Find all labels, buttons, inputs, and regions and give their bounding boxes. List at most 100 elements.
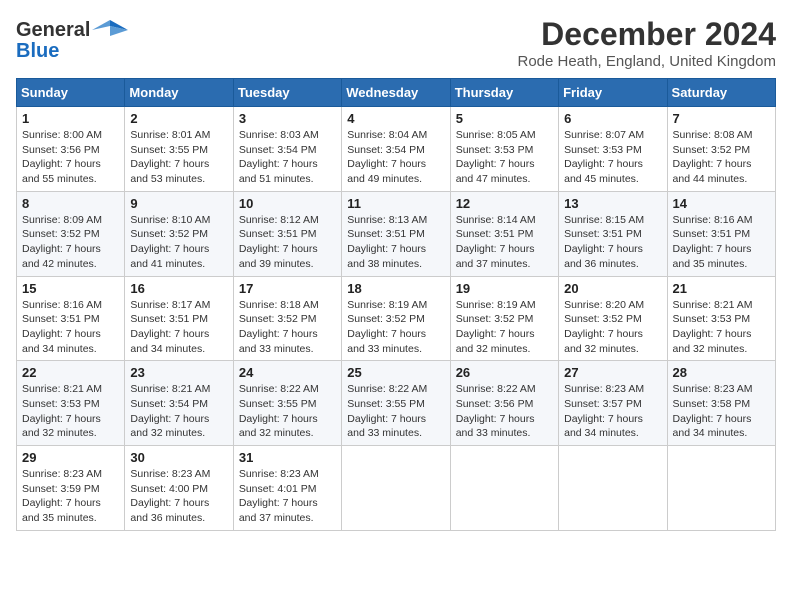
day-number: 12 (456, 196, 553, 211)
day-detail: Sunrise: 8:23 AM Sunset: 4:01 PM Dayligh… (239, 467, 336, 526)
title-block: December 2024 Rode Heath, England, Unite… (517, 16, 776, 70)
day-detail: Sunrise: 8:04 AM Sunset: 3:54 PM Dayligh… (347, 128, 444, 187)
calendar-cell (559, 446, 667, 531)
day-number: 14 (673, 196, 770, 211)
day-detail: Sunrise: 8:23 AM Sunset: 3:57 PM Dayligh… (564, 382, 661, 441)
calendar-week-row: 29 Sunrise: 8:23 AM Sunset: 3:59 PM Dayli… (17, 446, 776, 531)
day-number: 16 (130, 281, 227, 296)
day-detail: Sunrise: 8:17 AM Sunset: 3:51 PM Dayligh… (130, 298, 227, 357)
calendar-header-thursday: Thursday (450, 79, 558, 107)
calendar-cell: 21Sunrise: 8:21 AM Sunset: 3:53 PM Dayli… (667, 276, 775, 361)
calendar-cell: 10Sunrise: 8:12 AM Sunset: 3:51 PM Dayli… (233, 191, 341, 276)
calendar-cell: 7Sunrise: 8:08 AM Sunset: 3:52 PM Daylig… (667, 107, 775, 192)
calendar-cell: 17Sunrise: 8:18 AM Sunset: 3:52 PM Dayli… (233, 276, 341, 361)
day-detail: Sunrise: 8:23 AM Sunset: 3:58 PM Dayligh… (673, 382, 770, 441)
day-number: 1 (22, 111, 119, 126)
day-number: 3 (239, 111, 336, 126)
calendar-week-row: 8 Sunrise: 8:09 AM Sunset: 3:52 PM Daylig… (17, 191, 776, 276)
calendar-cell: 9 Sunrise: 8:10 AM Sunset: 3:52 PM Daylig… (125, 191, 233, 276)
day-detail: Sunrise: 8:19 AM Sunset: 3:52 PM Dayligh… (347, 298, 444, 357)
calendar-header-row: SundayMondayTuesdayWednesdayThursdayFrid… (17, 79, 776, 107)
calendar-week-row: 15Sunrise: 8:16 AM Sunset: 3:51 PM Dayli… (17, 276, 776, 361)
calendar-header-tuesday: Tuesday (233, 79, 341, 107)
calendar-cell: 18 Sunrise: 8:19 AM Sunset: 3:52 PM Dayli… (342, 276, 450, 361)
day-detail: Sunrise: 8:12 AM Sunset: 3:51 PM Dayligh… (239, 213, 336, 272)
day-detail: Sunrise: 8:09 AM Sunset: 3:52 PM Dayligh… (22, 213, 119, 272)
day-detail: Sunrise: 8:22 AM Sunset: 3:55 PM Dayligh… (239, 382, 336, 441)
day-number: 13 (564, 196, 661, 211)
day-detail: Sunrise: 8:01 AM Sunset: 3:55 PM Dayligh… (130, 128, 227, 187)
calendar-cell: 3Sunrise: 8:03 AM Sunset: 3:54 PM Daylig… (233, 107, 341, 192)
page-subtitle: Rode Heath, England, United Kingdom (517, 53, 776, 70)
day-number: 20 (564, 281, 661, 296)
day-detail: Sunrise: 8:21 AM Sunset: 3:53 PM Dayligh… (22, 382, 119, 441)
calendar-cell: 22 Sunrise: 8:21 AM Sunset: 3:53 PM Dayli… (17, 361, 125, 446)
day-number: 29 (22, 450, 119, 465)
logo-text: General (16, 20, 90, 40)
day-number: 6 (564, 111, 661, 126)
day-detail: Sunrise: 8:10 AM Sunset: 3:52 PM Dayligh… (130, 213, 227, 272)
calendar-cell: 24 Sunrise: 8:22 AM Sunset: 3:55 PM Dayli… (233, 361, 341, 446)
calendar-cell: 2 Sunrise: 8:01 AM Sunset: 3:55 PM Daylig… (125, 107, 233, 192)
day-number: 25 (347, 365, 444, 380)
calendar-header-monday: Monday (125, 79, 233, 107)
calendar-cell: 31 Sunrise: 8:23 AM Sunset: 4:01 PM Dayli… (233, 446, 341, 531)
day-number: 4 (347, 111, 444, 126)
calendar-header-saturday: Saturday (667, 79, 775, 107)
day-number: 18 (347, 281, 444, 296)
day-detail: Sunrise: 8:19 AM Sunset: 3:52 PM Dayligh… (456, 298, 553, 357)
day-number: 23 (130, 365, 227, 380)
day-number: 5 (456, 111, 553, 126)
day-number: 9 (130, 196, 227, 211)
calendar-cell: 12Sunrise: 8:14 AM Sunset: 3:51 PM Dayli… (450, 191, 558, 276)
calendar-cell: 30 Sunrise: 8:23 AM Sunset: 4:00 PM Dayli… (125, 446, 233, 531)
day-detail: Sunrise: 8:07 AM Sunset: 3:53 PM Dayligh… (564, 128, 661, 187)
day-detail: Sunrise: 8:23 AM Sunset: 4:00 PM Dayligh… (130, 467, 227, 526)
calendar-cell: 19 Sunrise: 8:19 AM Sunset: 3:52 PM Dayli… (450, 276, 558, 361)
day-detail: Sunrise: 8:16 AM Sunset: 3:51 PM Dayligh… (673, 213, 770, 272)
calendar-cell: 28 Sunrise: 8:23 AM Sunset: 3:58 PM Dayli… (667, 361, 775, 446)
day-number: 11 (347, 196, 444, 211)
day-number: 19 (456, 281, 553, 296)
calendar-cell: 6 Sunrise: 8:07 AM Sunset: 3:53 PM Daylig… (559, 107, 667, 192)
day-detail: Sunrise: 8:22 AM Sunset: 3:55 PM Dayligh… (347, 382, 444, 441)
day-number: 27 (564, 365, 661, 380)
calendar-cell: 11 Sunrise: 8:13 AM Sunset: 3:51 PM Dayli… (342, 191, 450, 276)
page-header: General Blue December 2024 Rode Heath, E… (16, 16, 776, 70)
calendar-cell (667, 446, 775, 531)
logo-blue-text: Blue (16, 40, 59, 63)
calendar-cell: 8 Sunrise: 8:09 AM Sunset: 3:52 PM Daylig… (17, 191, 125, 276)
calendar-cell: 1 Sunrise: 8:00 AM Sunset: 3:56 PM Daylig… (17, 107, 125, 192)
calendar-header-sunday: Sunday (17, 79, 125, 107)
day-number: 15 (22, 281, 119, 296)
day-number: 22 (22, 365, 119, 380)
day-number: 2 (130, 111, 227, 126)
calendar-cell: 4 Sunrise: 8:04 AM Sunset: 3:54 PM Daylig… (342, 107, 450, 192)
day-detail: Sunrise: 8:00 AM Sunset: 3:56 PM Dayligh… (22, 128, 119, 187)
calendar-cell: 25 Sunrise: 8:22 AM Sunset: 3:55 PM Dayli… (342, 361, 450, 446)
calendar-header-wednesday: Wednesday (342, 79, 450, 107)
day-detail: Sunrise: 8:22 AM Sunset: 3:56 PM Dayligh… (456, 382, 553, 441)
calendar-cell: 14 Sunrise: 8:16 AM Sunset: 3:51 PM Dayli… (667, 191, 775, 276)
calendar-cell: 29 Sunrise: 8:23 AM Sunset: 3:59 PM Dayli… (17, 446, 125, 531)
calendar-cell (342, 446, 450, 531)
day-number: 28 (673, 365, 770, 380)
calendar-cell: 27 Sunrise: 8:23 AM Sunset: 3:57 PM Dayli… (559, 361, 667, 446)
day-number: 30 (130, 450, 227, 465)
day-detail: Sunrise: 8:20 AM Sunset: 3:52 PM Dayligh… (564, 298, 661, 357)
calendar-table: SundayMondayTuesdayWednesdayThursdayFrid… (16, 78, 776, 531)
day-number: 7 (673, 111, 770, 126)
day-number: 8 (22, 196, 119, 211)
calendar-week-row: 22 Sunrise: 8:21 AM Sunset: 3:53 PM Dayli… (17, 361, 776, 446)
day-detail: Sunrise: 8:23 AM Sunset: 3:59 PM Dayligh… (22, 467, 119, 526)
day-detail: Sunrise: 8:13 AM Sunset: 3:51 PM Dayligh… (347, 213, 444, 272)
calendar-cell: 5Sunrise: 8:05 AM Sunset: 3:53 PM Daylig… (450, 107, 558, 192)
calendar-cell: 15Sunrise: 8:16 AM Sunset: 3:51 PM Dayli… (17, 276, 125, 361)
day-detail: Sunrise: 8:15 AM Sunset: 3:51 PM Dayligh… (564, 213, 661, 272)
day-number: 31 (239, 450, 336, 465)
day-number: 17 (239, 281, 336, 296)
page-title: December 2024 (517, 16, 776, 53)
calendar-cell: 20 Sunrise: 8:20 AM Sunset: 3:52 PM Dayli… (559, 276, 667, 361)
logo: General Blue (16, 16, 128, 63)
day-number: 24 (239, 365, 336, 380)
